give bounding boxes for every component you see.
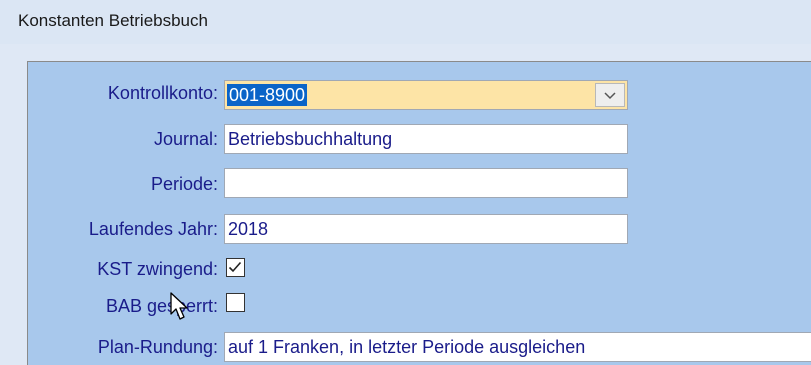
bab-gesperrt-label: BAB gesperrt: [105,296,218,316]
dialog-window: Konstanten Betriebsbuch Kontrollkonto: 0… [0,0,811,365]
periode-label: Periode: [150,174,218,194]
checkmark-icon [228,261,242,273]
laufendes-jahr-label: Laufendes Jahr: [88,219,218,239]
kontrollkonto-dropdown[interactable]: 001-8900 [224,80,628,110]
laufendes-jahr-input[interactable]: 2018 [224,214,628,244]
kontrollkonto-label: Kontrollkonto: [107,83,218,103]
plan-rundung-label: Plan-Rundung: [97,337,218,357]
title-bar: Konstanten Betriebsbuch [0,0,811,44]
window-title: Konstanten Betriebsbuch [18,11,208,30]
periode-input[interactable] [224,168,628,198]
kst-zwingend-checkbox[interactable] [226,258,245,277]
bab-gesperrt-checkbox[interactable] [226,293,245,312]
journal-label: Journal: [153,129,218,149]
mouse-pointer-icon [170,292,188,320]
plan-rundung-dropdown[interactable]: auf 1 Franken, in letzter Periode ausgle… [224,332,811,362]
chevron-down-icon [604,92,616,100]
kst-zwingend-label: KST zwingend: [97,259,218,279]
journal-input[interactable]: Betriebsbuchhaltung [224,124,628,154]
dropdown-button[interactable] [595,83,625,107]
kontrollkonto-value: 001-8900 [227,84,308,106]
